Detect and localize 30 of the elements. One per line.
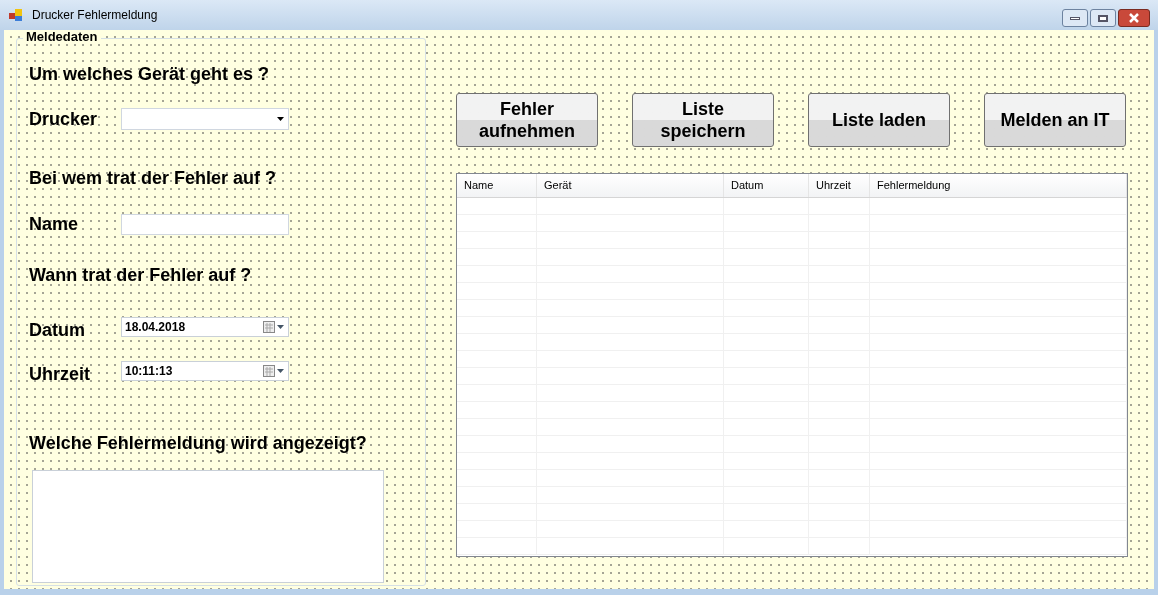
time-picker[interactable]: 10:11:13 [121, 361, 289, 381]
calendar-dropdown-icon[interactable] [263, 321, 285, 333]
field-label: Datum [29, 318, 86, 342]
calendar-dropdown-icon[interactable] [263, 365, 285, 377]
column-header[interactable]: Uhrzeit [809, 174, 870, 197]
column-header[interactable]: Name [457, 174, 537, 197]
section-heading: Bei wem trat der Fehler auf ? [29, 166, 278, 189]
field-label: Name [29, 213, 80, 236]
caret-icon [277, 117, 284, 121]
action-button[interactable]: Liste speichern [632, 93, 774, 147]
group-title: Meldedaten [23, 30, 101, 43]
action-button[interactable]: Melden an IT [984, 93, 1126, 147]
action-button[interactable]: Liste laden [808, 93, 950, 147]
column-header[interactable]: Fehlermeldung [870, 174, 1127, 197]
section-heading: Welche Fehlermeldung wird angezeigt? [29, 431, 368, 454]
column-header[interactable]: Gerät [537, 174, 724, 197]
action-button[interactable]: Fehler aufnehmen [456, 93, 598, 147]
column-header[interactable]: Datum [724, 174, 809, 197]
date-picker[interactable]: 18.04.2018 [121, 317, 289, 337]
window-title: Drucker Fehlermeldung [32, 7, 158, 24]
section-heading: Wann trat der Fehler auf ? [29, 264, 253, 287]
minimize-button[interactable] [1062, 9, 1088, 27]
field-label: Uhrzeit [29, 362, 91, 386]
name-field[interactable] [121, 214, 289, 235]
section-heading: Um welches Gerät geht es ? [29, 63, 271, 86]
app-icon [8, 7, 24, 23]
close-button[interactable] [1118, 9, 1150, 27]
close-icon [1128, 13, 1140, 23]
field-label: Drucker [29, 107, 99, 131]
maximize-button[interactable] [1090, 9, 1116, 27]
